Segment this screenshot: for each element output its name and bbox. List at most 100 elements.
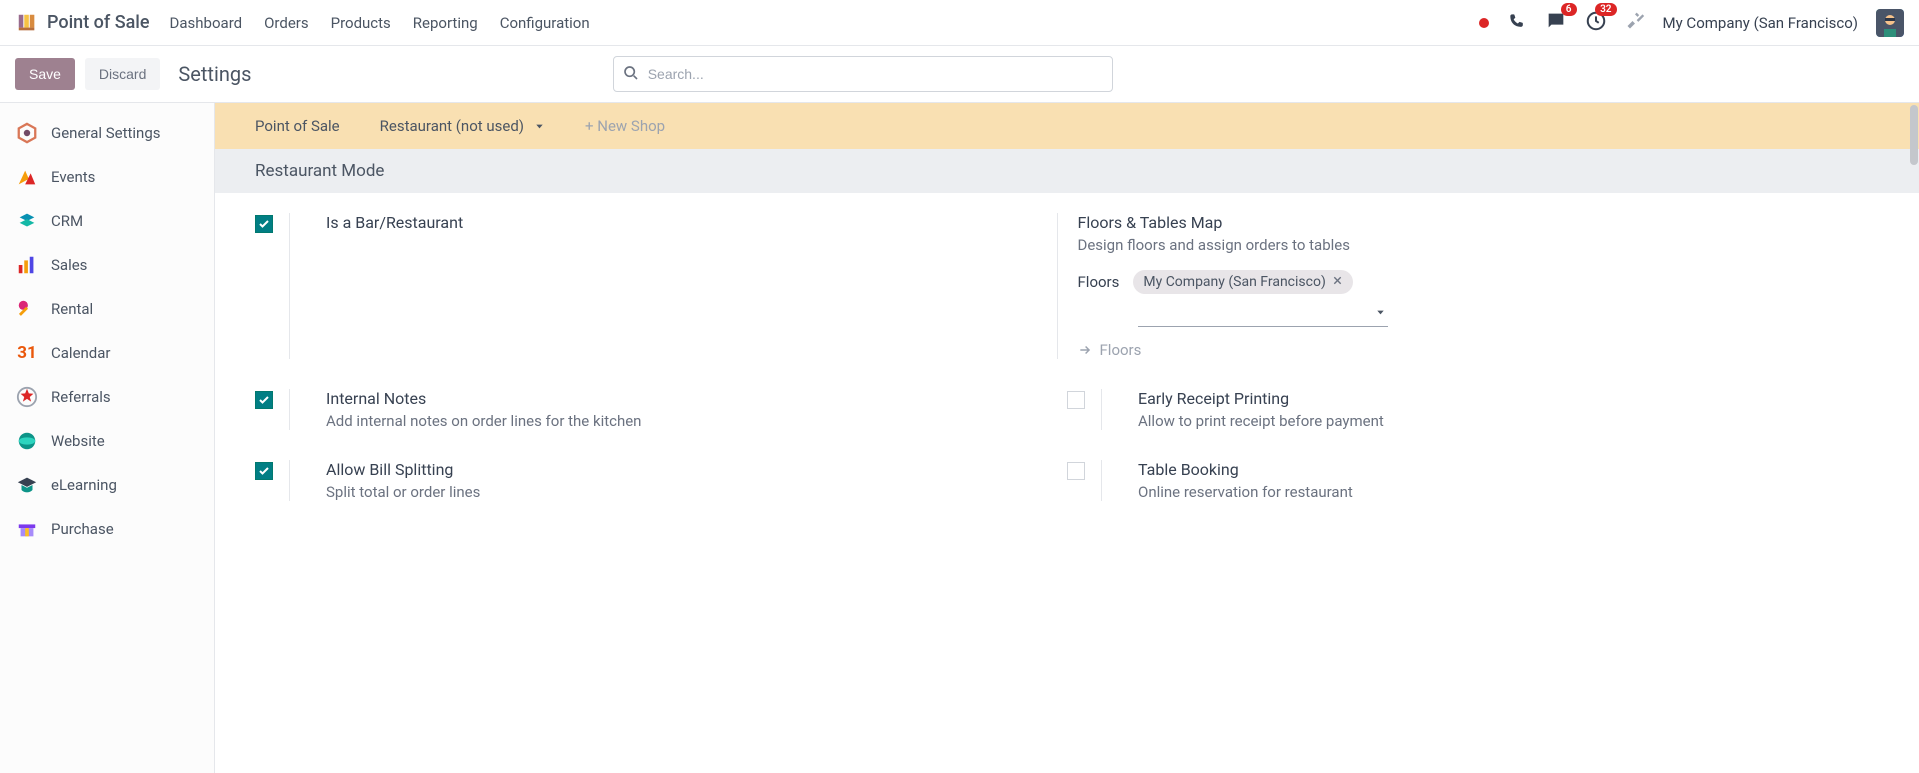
- section-title: Restaurant Mode: [255, 161, 384, 181]
- website-icon: [15, 429, 39, 453]
- checkbox-table-booking[interactable]: [1067, 462, 1085, 480]
- settings-sidebar: General Settings Events CRM Sales Rental…: [0, 103, 215, 773]
- sales-icon: [15, 253, 39, 277]
- settings-row: Internal Notes Add internal notes on ord…: [255, 389, 1879, 430]
- sidebar-item-events[interactable]: Events: [0, 155, 214, 199]
- sidebar-item-rental[interactable]: Rental: [0, 287, 214, 331]
- floor-tag[interactable]: My Company (San Francisco): [1133, 270, 1352, 294]
- company-selector[interactable]: My Company (San Francisco): [1663, 14, 1858, 32]
- nav-reporting[interactable]: Reporting: [413, 14, 478, 32]
- nav-configuration[interactable]: Configuration: [500, 14, 590, 32]
- pos-shop-select[interactable]: Restaurant (not used): [380, 117, 545, 135]
- sidebar-item-calendar[interactable]: 31 Calendar: [0, 331, 214, 375]
- brand[interactable]: Point of Sale: [15, 11, 150, 35]
- checkbox-bill-split[interactable]: [255, 462, 273, 480]
- settings-body: Is a Bar/Restaurant Floors & Tables Map …: [215, 193, 1919, 551]
- check-icon: [258, 465, 270, 477]
- nav-products[interactable]: Products: [331, 14, 391, 32]
- setting-floors-map: Floors & Tables Map Design floors and as…: [1057, 213, 1880, 359]
- pos-shop-selected: Restaurant (not used): [380, 117, 524, 135]
- search-input[interactable]: [613, 56, 1113, 92]
- floors-link[interactable]: Floors: [1078, 341, 1880, 359]
- checkbox-internal-notes[interactable]: [255, 391, 273, 409]
- floor-tag-label: My Company (San Francisco): [1143, 274, 1325, 290]
- activities-badge: 32: [1595, 3, 1616, 16]
- purchase-icon: [15, 517, 39, 541]
- floors-field: Floors My Company (San Francisco): [1078, 270, 1880, 294]
- section-header: Restaurant Mode: [215, 149, 1919, 193]
- pos-selector-bar: Point of Sale Restaurant (not used) + Ne…: [215, 103, 1919, 149]
- user-avatar[interactable]: [1876, 9, 1904, 37]
- setting-table-booking: Table Booking Online reservation for res…: [1067, 460, 1879, 501]
- new-shop-button[interactable]: + New Shop: [585, 117, 665, 135]
- sidebar-item-label: Referrals: [51, 388, 111, 406]
- search-icon: [623, 65, 639, 85]
- setting-desc: Allow to print receipt before payment: [1138, 412, 1384, 430]
- setting-label: Floors & Tables Map: [1078, 213, 1880, 232]
- discard-button[interactable]: Discard: [85, 58, 160, 90]
- check-icon: [258, 394, 270, 406]
- sidebar-item-website[interactable]: Website: [0, 419, 214, 463]
- check-icon: [258, 218, 270, 230]
- brand-title: Point of Sale: [47, 12, 150, 33]
- setting-early-receipt: Early Receipt Printing Allow to print re…: [1067, 389, 1879, 430]
- setting-internal-notes: Internal Notes Add internal notes on ord…: [255, 389, 1067, 430]
- events-icon: [15, 165, 39, 189]
- content: Point of Sale Restaurant (not used) + Ne…: [215, 103, 1919, 773]
- pos-logo-icon: [15, 11, 39, 35]
- checkbox-early-receipt[interactable]: [1067, 391, 1085, 409]
- setting-desc: Split total or order lines: [326, 483, 480, 501]
- search-wrap: [613, 56, 1113, 92]
- floors-dropdown[interactable]: [1138, 302, 1388, 327]
- page-title: Settings: [178, 62, 251, 86]
- sidebar-item-label: Sales: [51, 256, 87, 274]
- sidebar-item-label: CRM: [51, 212, 83, 230]
- setting-desc: Design floors and assign orders to table…: [1078, 236, 1880, 254]
- setting-label: Internal Notes: [326, 389, 641, 408]
- sidebar-item-label: Website: [51, 432, 105, 450]
- messages-icon[interactable]: 6: [1545, 10, 1567, 36]
- checkbox-is-bar[interactable]: [255, 215, 273, 233]
- setting-desc: Online reservation for restaurant: [1138, 483, 1353, 501]
- sidebar-item-purchase[interactable]: Purchase: [0, 507, 214, 551]
- tools-icon[interactable]: [1625, 11, 1645, 35]
- sidebar-item-crm[interactable]: CRM: [0, 199, 214, 243]
- sidebar-item-general[interactable]: General Settings: [0, 111, 214, 155]
- setting-is-bar: Is a Bar/Restaurant: [255, 213, 1057, 359]
- settings-row: Allow Bill Splitting Split total or orde…: [255, 460, 1879, 501]
- sidebar-item-label: Calendar: [51, 344, 111, 362]
- arrow-right-icon: [1078, 343, 1092, 357]
- setting-bill-split: Allow Bill Splitting Split total or orde…: [255, 460, 1067, 501]
- pos-bar-label: Point of Sale: [255, 117, 340, 135]
- setting-desc: Add internal notes on order lines for th…: [326, 412, 641, 430]
- nav-orders[interactable]: Orders: [264, 14, 309, 32]
- calendar-icon: 31: [15, 341, 39, 365]
- nav-dashboard[interactable]: Dashboard: [170, 14, 243, 32]
- nav-links: Dashboard Orders Products Reporting Conf…: [170, 14, 590, 32]
- save-button[interactable]: Save: [15, 58, 75, 90]
- scrollbar[interactable]: [1909, 103, 1919, 773]
- phone-icon[interactable]: [1507, 11, 1527, 35]
- topnav-right: 6 32 My Company (San Francisco): [1479, 9, 1904, 37]
- settings-row: Is a Bar/Restaurant Floors & Tables Map …: [255, 213, 1879, 359]
- sidebar-item-elearning[interactable]: eLearning: [0, 463, 214, 507]
- recording-indicator-icon: [1479, 18, 1489, 28]
- sidebar-item-label: General Settings: [51, 124, 161, 142]
- referrals-icon: [15, 385, 39, 409]
- rental-icon: [15, 297, 39, 321]
- sidebar-item-sales[interactable]: Sales: [0, 243, 214, 287]
- sidebar-item-referrals[interactable]: Referrals: [0, 375, 214, 419]
- setting-label: Early Receipt Printing: [1138, 389, 1384, 408]
- activities-icon[interactable]: 32: [1585, 10, 1607, 36]
- setting-label: Table Booking: [1138, 460, 1353, 479]
- setting-label: Allow Bill Splitting: [326, 460, 480, 479]
- hexagon-icon: [15, 121, 39, 145]
- main: General Settings Events CRM Sales Rental…: [0, 102, 1919, 773]
- close-icon[interactable]: [1332, 274, 1343, 290]
- sidebar-item-label: eLearning: [51, 476, 117, 494]
- messages-badge: 6: [1561, 3, 1577, 16]
- elearning-icon: [15, 473, 39, 497]
- floors-field-label: Floors: [1078, 273, 1120, 291]
- setting-label: Is a Bar/Restaurant: [326, 213, 463, 232]
- top-nav: Point of Sale Dashboard Orders Products …: [0, 0, 1919, 46]
